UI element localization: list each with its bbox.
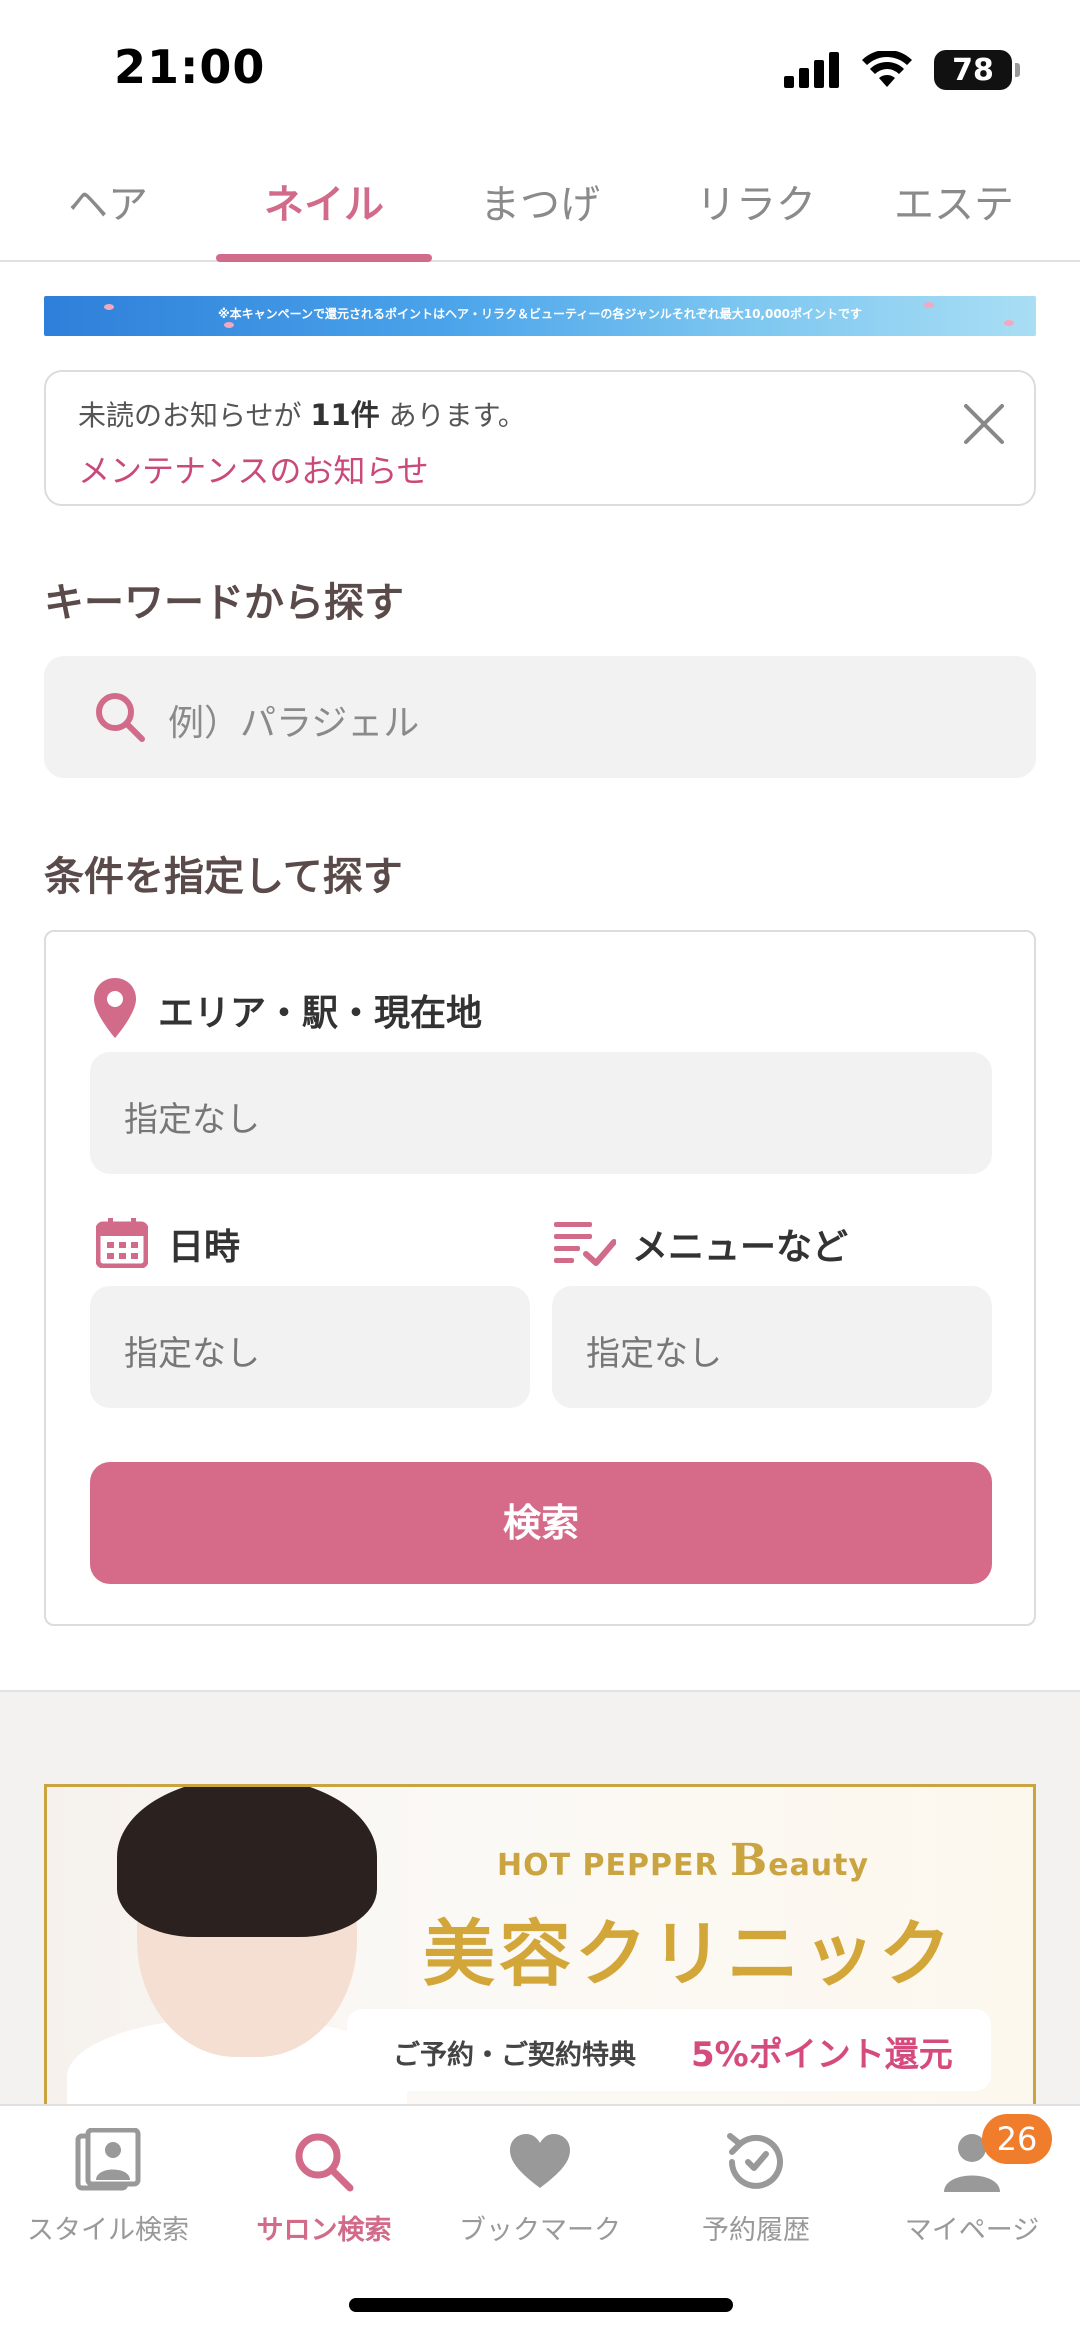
ad-offer-pill: ご予約・ご契約特典 5%ポイント還元 [347, 2009, 991, 2091]
maintenance-notice-link[interactable]: メンテナンスのお知らせ [78, 446, 429, 492]
signal-icon [784, 52, 839, 88]
photo-icon [75, 2128, 141, 2191]
nav-reservation-history-label: 予約履歴 [702, 2215, 810, 2246]
ad-brand-prefix: HOT PEPPER [497, 1848, 731, 1883]
campaign-banner[interactable]: ※本キャンペーンで還元されるポイントはヘア・リラク＆ビューティーの各ジャンルそれ… [44, 296, 1036, 336]
tab-esthetic[interactable]: エステ [864, 150, 1080, 260]
nav-style-search-label: スタイル検索 [27, 2215, 189, 2246]
tab-relax[interactable]: リラク [648, 150, 864, 260]
status-time: 21:00 [114, 40, 266, 94]
date-value: 指定なし [124, 1334, 260, 1374]
wifi-icon [862, 51, 912, 87]
keyword-search-heading: キーワードから探す [44, 580, 404, 626]
ad-offer-value: 5%ポイント還元 [691, 2035, 953, 2075]
menu-label: メニューなど [632, 1227, 849, 1268]
nav-bookmark-label: ブックマーク [459, 2215, 621, 2246]
nav-salon-search-label: サロン検索 [256, 2215, 392, 2246]
search-button[interactable]: 検索 [90, 1462, 992, 1584]
area-label: エリア・駅・現在地 [158, 993, 483, 1034]
battery-indicator: 78 [934, 50, 1020, 90]
ad-brand-logo: HOT PEPPER Beauty [497, 1835, 869, 1886]
unread-notice-text: 未読のお知らせが 11件 あります。 [78, 392, 526, 434]
beauty-clinic-ad-banner[interactable]: HOT PEPPER Beauty 美容クリニック ご予約・ご契約特典 5%ポイ… [44, 1784, 1036, 2110]
notice-box: 未読のお知らせが 11件 あります。 メンテナンスのお知らせ [44, 370, 1036, 506]
genre-tabs: ヘア ネイル まつげ リラク エステ [0, 150, 1080, 262]
campaign-banner-text: ※本キャンペーンで還元されるポイントはヘア・リラク＆ビューティーの各ジャンルそれ… [217, 307, 863, 321]
notification-badge: 26 [982, 2114, 1052, 2164]
unread-count: 11件 [310, 398, 380, 432]
ad-brand-b: B [730, 1835, 769, 1886]
conditions-heading: 条件を指定して探す [44, 854, 403, 900]
ad-model-hair [117, 1787, 377, 1937]
history-icon [727, 2133, 783, 2189]
ad-offer-label: ご予約・ご契約特典 [393, 2040, 636, 2071]
nav-my-page[interactable]: 26 マイページ [864, 2106, 1080, 2337]
location-pin-icon [94, 978, 136, 1038]
unread-notice-prefix: 未読のお知らせが [78, 399, 311, 432]
conditions-card: エリア・駅・現在地 指定なし 日時 指定なし メニューなど 指定なし 検索 [44, 930, 1036, 1626]
tab-hair[interactable]: ヘア [0, 150, 216, 260]
tab-eyelash[interactable]: まつげ [432, 150, 648, 260]
status-icons: 78 [784, 50, 1020, 90]
menu-value: 指定なし [586, 1334, 722, 1374]
area-value: 指定なし [124, 1100, 260, 1140]
keyword-search-input[interactable]: 例）パラジェル [44, 656, 1036, 778]
unread-notice-suffix: あります。 [379, 399, 526, 432]
keyword-search-placeholder: 例）パラジェル [168, 703, 420, 744]
status-bar: 21:00 78 [0, 0, 1080, 140]
ad-brand-suffix: eauty [768, 1848, 870, 1883]
home-indicator [349, 2298, 733, 2312]
tab-nail[interactable]: ネイル [216, 150, 432, 262]
close-icon[interactable] [958, 398, 1010, 450]
search-icon [295, 2133, 354, 2192]
date-field[interactable]: 指定なし [90, 1286, 530, 1408]
date-label: 日時 [168, 1227, 241, 1268]
heart-icon [510, 2134, 570, 2188]
nav-my-page-label: マイページ [904, 2215, 1040, 2246]
calendar-icon [96, 1218, 148, 1268]
nav-style-search[interactable]: スタイル検索 [0, 2106, 216, 2337]
menu-field[interactable]: 指定なし [552, 1286, 992, 1408]
search-icon [96, 693, 145, 742]
area-field[interactable]: 指定なし [90, 1052, 992, 1174]
ad-title: 美容クリニック [423, 1912, 956, 1996]
menu-checklist-icon [554, 1222, 616, 1266]
